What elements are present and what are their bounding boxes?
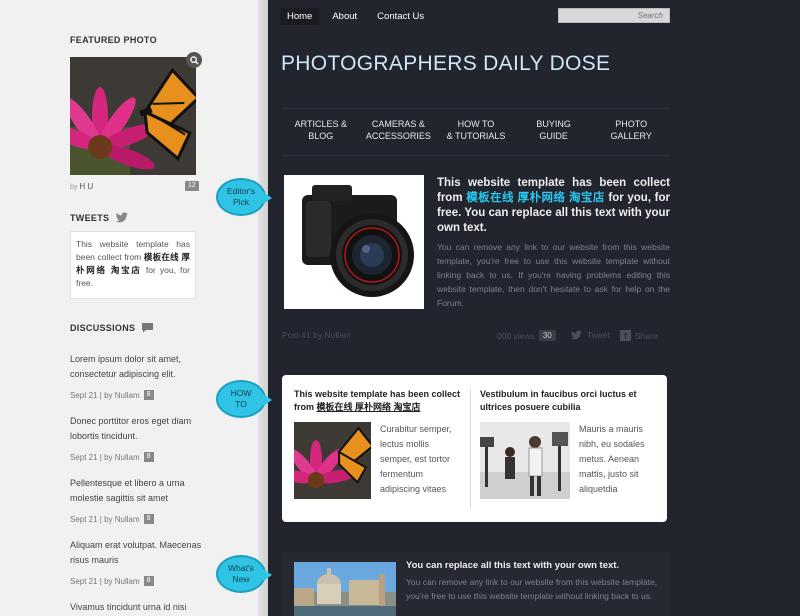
zoom-icon[interactable] — [186, 52, 202, 68]
whats-new-badge: What's New — [216, 555, 272, 593]
top-navigation: Home About Contact Us — [280, 8, 431, 25]
comment-count[interactable]: 30 — [538, 330, 556, 341]
discussion-count[interactable]: 8 — [143, 452, 154, 462]
badge-label: Pick — [232, 197, 250, 207]
photo-byline: by H U — [70, 182, 93, 191]
howto-right-title[interactable]: Vestibulum in faucibus orci luctus et ul… — [480, 388, 655, 414]
tweet-button[interactable]: Tweet — [570, 330, 610, 340]
tweets-heading-label: TWEETS — [70, 213, 110, 223]
category-label: ARTICLES & — [294, 119, 347, 129]
category-articles-blog[interactable]: ARTICLES & BLOG — [282, 109, 360, 155]
search-input[interactable] — [558, 8, 670, 23]
discussion-link[interactable]: Donec porttitor eros eget diam lobortis … — [70, 414, 210, 444]
howto-left-title[interactable]: This website template has been collect f… — [294, 388, 464, 414]
discussions-heading: DISCUSSIONS — [70, 322, 154, 333]
share-label: Share — [635, 330, 658, 341]
sidebar-divider — [258, 0, 268, 616]
tweet-label: Tweet — [587, 330, 610, 340]
byline-prefix: by — [70, 184, 78, 191]
featured-post-title[interactable]: This website template has been collect f… — [437, 176, 670, 236]
post-title-link[interactable]: 模板在线 厚朴网络 淘宝店 — [466, 192, 605, 204]
howto-card: This website template has been collect f… — [282, 375, 667, 522]
discussion-date: Sept 21 | by Nullam — [70, 576, 140, 586]
discussion-meta: Sept 21 | by Nullam 8 — [70, 576, 154, 586]
tweet-card: This website template has been collect f… — [70, 231, 196, 299]
studio-thumbnail[interactable] — [480, 422, 570, 499]
badge-label: HOW — [230, 388, 252, 398]
card-title-link[interactable]: 模板在线 厚朴网络 淘宝店 — [317, 402, 421, 412]
nav-home[interactable]: Home — [280, 8, 320, 25]
editors-pick-badge: Editor's Pick — [216, 178, 272, 216]
badge-label: Editor's — [226, 186, 256, 196]
howto-left-text: Curabitur semper, lectus mollis semper, … — [380, 424, 452, 494]
discussion-link[interactable]: Pellentesque et libero a urna molestie s… — [70, 476, 210, 506]
discussions-heading-label: DISCUSSIONS — [70, 323, 136, 333]
post-views: 000 views 30 — [497, 330, 556, 341]
category-label: GUIDE — [539, 131, 568, 141]
nav-contact[interactable]: Contact Us — [370, 8, 431, 25]
camera-photo[interactable] — [284, 175, 424, 309]
category-label: HOW TO — [457, 119, 495, 129]
featured-photo[interactable] — [70, 57, 196, 175]
category-cameras-accessories[interactable]: CAMERAS & ACCESSORIES — [360, 109, 438, 155]
discussion-link[interactable]: Vivamus tincidunt urna id nisi — [70, 600, 210, 615]
post-meta-bar: Post #1 by Nullam 000 views 30 Tweet f S… — [282, 330, 670, 341]
howto-badge: HOW TO — [216, 380, 272, 418]
discussion-date: Sept 21 | by Nullam — [70, 514, 140, 524]
views-label: 000 views — [497, 330, 535, 341]
badge-label: TO — [235, 399, 247, 409]
discussion-date: Sept 21 | by Nullam — [70, 452, 140, 462]
discussion-meta: Sept 21 | by Nullam 8 — [70, 514, 154, 524]
twitter-bird-icon — [570, 330, 582, 340]
photo-author[interactable]: H U — [79, 182, 93, 191]
facebook-icon: f — [620, 330, 631, 341]
category-photo-gallery[interactable]: PHOTO GALLERY — [592, 109, 670, 155]
discussion-link[interactable]: Aliquam erat volutpat. Maecenas risus ma… — [70, 538, 210, 568]
whats-new-body: You can remove any link to our website f… — [406, 577, 658, 601]
featured-photo-heading: FEATURED PHOTO — [70, 35, 157, 45]
butterfly-thumbnail[interactable] — [294, 422, 371, 499]
twitter-bird-icon — [115, 212, 129, 223]
category-label: ACCESSORIES — [365, 131, 431, 141]
tweets-heading: TWEETS — [70, 212, 129, 223]
discussion-count[interactable]: 8 — [143, 514, 154, 524]
category-label: BUYING — [536, 119, 571, 129]
discussion-count[interactable]: 8 — [143, 390, 154, 400]
discussion-link[interactable]: Lorem ipsum dolor sit amet, consectetur … — [70, 352, 210, 382]
venice-thumbnail[interactable] — [294, 562, 396, 616]
category-label: CAMERAS & — [371, 119, 425, 129]
badge-label: New — [232, 574, 250, 584]
discussion-date: Sept 21 | by Nullam — [70, 390, 140, 400]
post-author[interactable]: Post #1 by Nullam — [282, 330, 351, 340]
category-navigation: ARTICLES & BLOG CAMERAS & ACCESSORIES HOW … — [282, 108, 670, 156]
category-buying-guide[interactable]: BUYING GUIDE — [515, 109, 593, 155]
discussion-count[interactable]: 8 — [143, 576, 154, 586]
photo-comment-count[interactable]: 12 — [185, 181, 199, 191]
discussion-meta: Sept 21 | by Nullam 8 — [70, 390, 154, 400]
badge-label: What's — [228, 563, 254, 573]
category-how-to-tutorials[interactable]: HOW TO & TUTORIALS — [437, 109, 515, 155]
speech-bubble-icon — [142, 323, 154, 333]
share-button[interactable]: f Share — [620, 330, 658, 341]
featured-post-body: You can remove any link to our website f… — [437, 242, 670, 308]
discussion-meta: Sept 21 | by Nullam 8 — [70, 452, 154, 462]
card-divider — [470, 389, 471, 509]
nav-about[interactable]: About — [325, 8, 364, 25]
category-label: BLOG — [308, 131, 334, 141]
whats-new-title[interactable]: You can replace all this text with your … — [406, 560, 619, 571]
site-title[interactable]: PHOTOGRAPHERS DAILY DOSE — [281, 52, 610, 76]
category-label: PHOTO — [615, 119, 648, 129]
howto-right-text: Mauris a mauris nibh, eu sodales metus. … — [579, 424, 645, 494]
category-label: & TUTORIALS — [446, 131, 506, 141]
category-label: GALLERY — [610, 131, 652, 141]
